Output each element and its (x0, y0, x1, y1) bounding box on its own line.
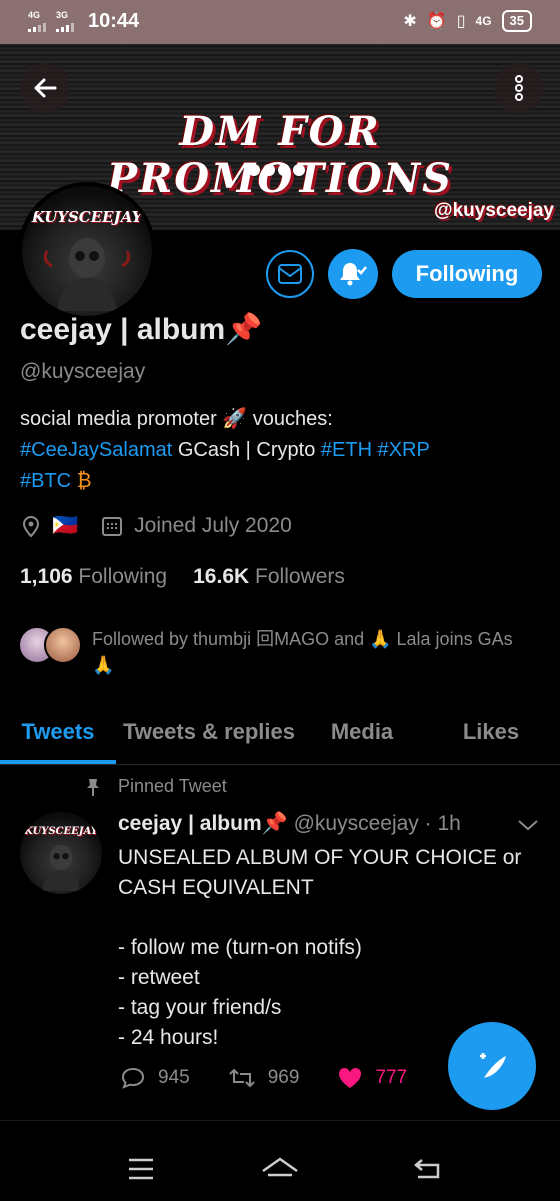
menu-icon[interactable] (126, 1157, 156, 1181)
chevron-down-icon[interactable] (516, 818, 540, 832)
tab-likes[interactable]: Likes (422, 700, 560, 764)
battery-indicator: 35 (501, 10, 532, 32)
hashtag-link[interactable]: #BTC (20, 470, 71, 492)
bio-text: GCash | Crypto (172, 439, 321, 461)
compose-icon (480, 1053, 506, 1078)
vibrate-icon: ▯ (456, 13, 466, 30)
sim2-label: 3G (56, 10, 69, 20)
following-button[interactable]: Following (392, 250, 542, 298)
following-label: Following (78, 565, 168, 588)
bitcoin-icon: ₿ (76, 470, 92, 492)
tab-tweets[interactable]: Tweets (0, 700, 116, 764)
message-button[interactable] (266, 250, 314, 298)
notifications-button[interactable] (328, 249, 378, 299)
tab-media[interactable]: Media (302, 700, 422, 764)
reply-icon (121, 1067, 145, 1089)
bell-check-icon (340, 263, 367, 286)
masked-figure-icon (43, 238, 131, 311)
banner-social-icons (248, 164, 305, 176)
pinned-indicator: Pinned Tweet (84, 776, 227, 797)
system-nav-bar (0, 1120, 560, 1201)
followed-by-text: Followed by thumbji 回MAGO and 🙏 Lala joi… (92, 629, 513, 675)
status-bar: 4G 3G 10:44 ✱ ⏰ ▯ 4G 35 (0, 0, 560, 44)
back-button[interactable] (20, 63, 70, 113)
calendar-icon (102, 517, 123, 536)
tweet-handle-time: @kuysceejay · 1h (293, 812, 461, 835)
signal-sim1-icon: 4G (28, 11, 46, 32)
tab-tweets-replies[interactable]: Tweets & replies (116, 700, 302, 764)
more-button[interactable] (494, 63, 544, 113)
more-vertical-icon (515, 75, 523, 101)
followers-label: Followers (255, 565, 345, 588)
masked-figure-icon (42, 844, 80, 891)
reply-button[interactable]: 945 (120, 1066, 190, 1090)
like-count: 777 (375, 1067, 408, 1088)
clock: 10:44 (88, 10, 140, 32)
sim1-label: 4G (28, 10, 41, 20)
follow-counts: 1,106 Following 16.6K Followers (20, 565, 345, 589)
like-button[interactable]: 777 (337, 1066, 407, 1090)
tweet-text: UNSEALED ALBUM OF YOUR CHOICE or CASH EQ… (118, 846, 522, 1049)
joined-date: Joined July 2020 (134, 514, 292, 537)
compose-tweet-button[interactable] (448, 1022, 536, 1110)
following-count-link[interactable]: 1,106 Following (20, 565, 167, 589)
network-label: 4G (475, 14, 492, 28)
home-icon[interactable] (260, 1155, 300, 1183)
followers-count-link[interactable]: 16.6K Followers (193, 565, 345, 589)
tweet-avatar[interactable]: KUYSCEEJAY (20, 812, 102, 894)
tweet-actions: 945 969 777 (120, 1066, 445, 1090)
following-count: 1,106 (20, 565, 73, 588)
alarm-icon: ⏰ (426, 13, 447, 30)
tweet-author[interactable]: ceejay | album📌 (118, 812, 288, 835)
retweet-icon (228, 1068, 255, 1088)
hashtag-link[interactable]: #ETH (321, 439, 372, 461)
pin-icon (87, 778, 99, 796)
location-flag: 🇵🇭 (52, 514, 79, 537)
bio-text: social media promoter 🚀 vouches: (20, 408, 333, 430)
follower-avatars (18, 626, 82, 678)
pinned-label: Pinned Tweet (118, 776, 227, 796)
hashtag-link[interactable]: #XRP (378, 439, 430, 461)
profile-bio: social media promoter 🚀 vouches: #CeeJay… (20, 404, 540, 497)
followed-by[interactable]: Followed by thumbji 回MAGO and 🙏 Lala joi… (18, 626, 532, 678)
followers-count: 16.6K (193, 565, 250, 588)
profile-avatar[interactable]: KUYSCEEJAY (18, 182, 156, 320)
hashtag-link[interactable]: #CeeJaySalamat (20, 439, 172, 461)
back-arrow-icon (34, 78, 57, 98)
retweet-count: 969 (267, 1067, 300, 1088)
signal-sim2-icon: 3G (56, 11, 74, 32)
profile-tabs: Tweets Tweets & replies Media Likes (0, 700, 560, 765)
avatar (44, 626, 82, 664)
retweet-button[interactable]: 969 (228, 1066, 300, 1090)
location-icon (22, 516, 40, 538)
reply-count: 945 (158, 1067, 190, 1088)
heart-icon (339, 1067, 362, 1088)
mail-icon (278, 264, 302, 284)
profile-name: ceejay | album📌 (20, 313, 263, 346)
tweet-header: ceejay | album📌 @kuysceejay · 1h (118, 812, 461, 836)
profile-meta: 🇵🇭 Joined July 2020 (20, 514, 292, 538)
profile-handle: @kuysceejay (20, 360, 146, 383)
back-icon[interactable] (412, 1156, 442, 1182)
banner-handle: @kuysceejay (434, 200, 554, 221)
bluetooth-icon: ✱ (403, 13, 417, 30)
